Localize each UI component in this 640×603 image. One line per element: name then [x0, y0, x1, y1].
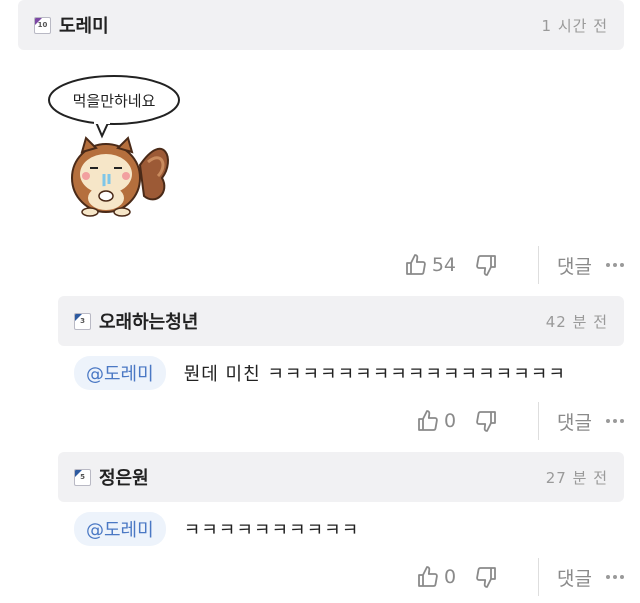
reply-button[interactable]: 댓글 — [557, 252, 592, 279]
like-count: 0 — [443, 566, 457, 588]
thumbs-up-icon — [418, 410, 438, 431]
level-badge-icon: 10 — [34, 16, 51, 34]
actions-divider — [538, 402, 540, 440]
sticker-bubble-text: 먹을만하네요 — [73, 92, 156, 110]
reply-author[interactable]: 오래하는청년 — [99, 308, 198, 334]
like-button[interactable]: 0 — [416, 409, 456, 433]
reply-button[interactable]: 댓글 — [557, 408, 592, 435]
reply-actions: 0 댓글 — [416, 402, 624, 440]
thumbs-down-icon — [476, 567, 496, 588]
actions-divider — [538, 558, 540, 596]
reply-actions: 0 댓글 — [416, 558, 624, 596]
thumbs-up-icon — [405, 254, 426, 275]
reply-body: @도레미 뭔데 미친 ㅋㅋㅋㅋㅋㅋㅋㅋㅋㅋㅋㅋㅋㅋㅋㅋㅋ — [74, 356, 566, 390]
thumbs-up-icon — [418, 566, 438, 587]
reply-header: 3 오래하는청년 42 분 전 — [58, 296, 624, 346]
like-count: 54 — [431, 254, 457, 276]
squirrel-sticker: 먹을만하네요 — [44, 70, 184, 220]
like-count: 0 — [443, 410, 457, 432]
like-button[interactable]: 54 — [404, 253, 456, 277]
level-badge-icon: 5 — [74, 468, 91, 486]
dislike-button[interactable] — [474, 565, 498, 589]
reply-body: @도레미 ㅋㅋㅋㅋㅋㅋㅋㅋㅋㅋ — [74, 512, 359, 546]
mention-tag[interactable]: @도레미 — [74, 512, 166, 546]
dislike-button[interactable] — [474, 409, 498, 433]
actions-divider — [538, 246, 540, 284]
mention-tag[interactable]: @도레미 — [74, 356, 166, 390]
thumbs-down-icon — [476, 411, 496, 432]
more-dots-icon[interactable] — [606, 263, 624, 267]
more-dots-icon[interactable] — [606, 575, 624, 579]
reply-text: ㅋㅋㅋㅋㅋㅋㅋㅋㅋㅋ — [183, 520, 360, 541]
comment-actions: 54 댓글 — [404, 246, 624, 284]
reply-time: 42 분 전 — [545, 312, 608, 331]
reply-text: 뭔데 미친 ㅋㅋㅋㅋㅋㅋㅋㅋㅋㅋㅋㅋㅋㅋㅋㅋㅋ — [183, 364, 566, 385]
like-button[interactable]: 0 — [416, 565, 456, 589]
comment-header: 10 도레미 1 시간 전 — [18, 0, 624, 50]
comment-time: 1 시간 전 — [541, 16, 608, 35]
dislike-button[interactable] — [474, 253, 498, 277]
reply-time: 27 분 전 — [545, 468, 608, 487]
reply-header: 5 정은원 27 분 전 — [58, 452, 624, 502]
reply-author[interactable]: 정은원 — [99, 464, 149, 490]
reply-button[interactable]: 댓글 — [557, 564, 592, 591]
level-badge-icon: 3 — [74, 312, 91, 330]
comment-author[interactable]: 도레미 — [59, 12, 109, 38]
thumbs-down-icon — [476, 255, 496, 276]
more-dots-icon[interactable] — [606, 419, 624, 423]
